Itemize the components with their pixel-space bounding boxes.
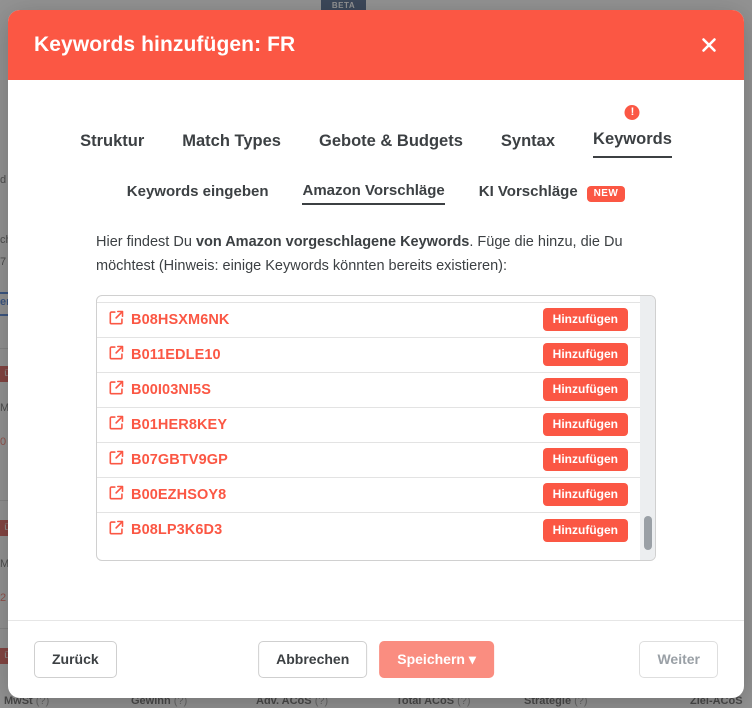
- tab-gebote-budgets[interactable]: Gebote & Budgets: [319, 132, 463, 158]
- tab-label: Match Types: [182, 132, 281, 150]
- asin-link[interactable]: B00I03NI5S: [109, 380, 211, 400]
- asin-link[interactable]: B07GBTV9GP: [109, 450, 228, 470]
- list-item: B07GBTV9GP Hinzufügen: [97, 443, 642, 478]
- add-keyword-button[interactable]: Hinzufügen: [542, 295, 628, 297]
- suggestions-list: B08LPJ9FN2 Hinzufügen B08HSXM6: [97, 295, 642, 548]
- external-link-icon: [109, 380, 124, 400]
- asin-label: B01HER8KEY: [131, 416, 228, 433]
- add-keyword-button[interactable]: Hinzufügen: [542, 343, 628, 367]
- modal-title: Keywords hinzufügen: FR: [34, 33, 296, 56]
- description-text: Hier findest Du von Amazon vorgeschlagen…: [96, 231, 656, 279]
- tab-label: Keywords: [593, 130, 672, 148]
- tab-match-types[interactable]: Match Types: [182, 132, 281, 158]
- save-button[interactable]: Speichern ▾: [379, 640, 494, 679]
- subtab-keywords-eingeben[interactable]: Keywords eingeben: [127, 183, 269, 204]
- asin-label: B07GBTV9GP: [131, 451, 228, 468]
- close-icon[interactable]: [696, 32, 722, 58]
- asin-link[interactable]: B08HSXM6NK: [109, 310, 230, 330]
- add-keywords-modal: Keywords hinzufügen: FR Struktur Match T…: [8, 10, 744, 698]
- asin-label: B08LP3K6D3: [131, 522, 223, 539]
- modal-tabs: Struktur Match Types Gebote & Budgets Sy…: [8, 80, 744, 158]
- chevron-down-icon: ▾: [468, 650, 476, 667]
- list-item: B01HER8KEY Hinzufügen: [97, 408, 642, 443]
- external-link-icon: [109, 520, 124, 540]
- back-button[interactable]: Zurück: [34, 640, 117, 679]
- add-keyword-button[interactable]: Hinzufügen: [542, 448, 628, 472]
- tab-syntax[interactable]: Syntax: [501, 132, 555, 158]
- subtab-ki-vorschlaege[interactable]: KI Vorschläge: [479, 183, 578, 204]
- tab-label: Struktur: [80, 132, 145, 150]
- add-keyword-button[interactable]: Hinzufügen: [542, 518, 628, 542]
- footer-center-actions: Abbrechen Speichern ▾: [258, 640, 494, 679]
- new-badge: NEW: [586, 185, 626, 202]
- list-item: B08HSXM6NK Hinzufügen: [97, 303, 642, 338]
- external-link-icon: [109, 415, 124, 435]
- cancel-button[interactable]: Abbrechen: [258, 640, 368, 679]
- list-scrollbar-thumb[interactable]: [644, 515, 652, 550]
- external-link-icon: [109, 310, 124, 330]
- modal-body: Struktur Match Types Gebote & Budgets Sy…: [8, 80, 744, 620]
- subtab-amazon-vorschlaege[interactable]: Amazon Vorschläge: [302, 182, 445, 205]
- add-keyword-button[interactable]: Hinzufügen: [542, 413, 628, 437]
- list-scrollbar[interactable]: [640, 295, 655, 560]
- external-link-icon: [109, 485, 124, 505]
- modal-subtabs: Keywords eingeben Amazon Vorschläge KI V…: [8, 182, 744, 205]
- tab-label: Syntax: [500, 132, 556, 150]
- external-link-icon: [109, 345, 124, 365]
- asin-label: B011EDLE10: [131, 346, 221, 363]
- add-keyword-button[interactable]: Hinzufügen: [542, 483, 628, 507]
- asin-label: B00I03NI5S: [131, 381, 211, 398]
- add-keyword-button[interactable]: Hinzufügen: [542, 308, 628, 332]
- asin-link[interactable]: B00EZHSOY8: [109, 485, 226, 505]
- subtab-ki-vorschlaege-group: KI Vorschläge NEW: [479, 183, 626, 204]
- save-button-label: Speichern: [397, 650, 465, 667]
- add-keyword-button[interactable]: Hinzufügen: [542, 378, 628, 402]
- list-item: B00I03NI5S Hinzufügen: [97, 373, 642, 408]
- asin-link[interactable]: B011EDLE10: [109, 345, 221, 365]
- asin-label: B08HSXM6NK: [131, 311, 230, 328]
- modal-header: Keywords hinzufügen: FR: [8, 10, 744, 80]
- list-item: B011EDLE10 Hinzufügen: [97, 338, 642, 373]
- alert-badge-icon: !: [624, 105, 640, 120]
- next-button[interactable]: Weiter: [639, 640, 718, 679]
- modal-footer: Zurück Abbrechen Speichern ▾ Weiter: [8, 620, 744, 698]
- description-strong: von Amazon vorgeschlagene Keywords: [195, 234, 470, 250]
- list-item: B00EZHSOY8 Hinzufügen: [97, 478, 642, 513]
- asin-label: B00EZHSOY8: [131, 486, 227, 503]
- tab-struktur[interactable]: Struktur: [80, 132, 144, 158]
- tab-label: Gebote & Budgets: [318, 132, 463, 150]
- external-link-icon: [109, 450, 124, 470]
- list-item: B08LPJ9FN2 Hinzufügen: [97, 295, 642, 303]
- tab-keywords[interactable]: ! Keywords: [593, 105, 672, 158]
- asin-link[interactable]: B01HER8KEY: [109, 415, 227, 435]
- suggestions-list-container: B08LPJ9FN2 Hinzufügen B08HSXM6: [96, 294, 656, 561]
- description-part-1: Hier findest Du: [96, 234, 196, 250]
- list-item: B08LP3K6D3 Hinzufügen: [97, 513, 642, 548]
- asin-link[interactable]: B08LP3K6D3: [109, 520, 222, 540]
